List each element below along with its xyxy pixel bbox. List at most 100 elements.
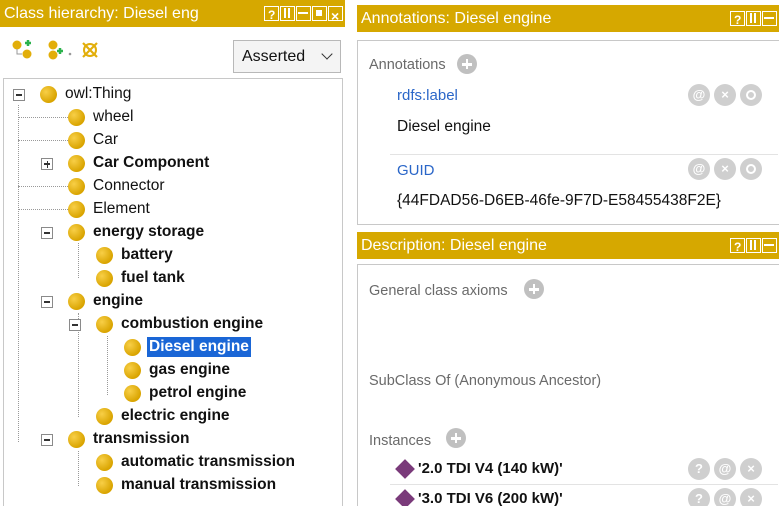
tree-node-combustion-engine[interactable]: combustion engine	[4, 313, 342, 336]
view-mode-value: Asserted	[242, 48, 306, 65]
delete-class-icon[interactable]	[80, 40, 102, 60]
tree-node-diesel-engine[interactable]: Diesel engine	[4, 336, 342, 359]
description-panel: Description: Diesel engine General class…	[357, 232, 779, 506]
tree-node-gas-engine[interactable]: gas engine	[4, 359, 342, 382]
description-body: General class axioms SubClass Of (Anonym…	[357, 264, 779, 506]
help-icon[interactable]	[730, 7, 745, 32]
annotate-icon[interactable]: @	[688, 84, 710, 106]
annotation-value: {44FDAD56-D6EB-46fe-9F7D-E58455438F2E}	[397, 192, 721, 209]
tree-node-petrol-engine[interactable]: petrol engine	[4, 382, 342, 405]
split-rows-icon[interactable]	[296, 6, 311, 21]
add-annotation-icon[interactable]	[457, 54, 477, 74]
annotations-panel: Annotations: Diesel engine Annotations r…	[357, 0, 779, 225]
class-icon	[68, 224, 85, 241]
split-columns-icon[interactable]	[746, 11, 761, 26]
collapse-toggle-icon[interactable]	[69, 319, 81, 331]
help-icon[interactable]	[264, 2, 279, 27]
tree-node-label: Element	[93, 200, 150, 217]
class-icon	[68, 178, 85, 195]
class-hierarchy-title: Class hierarchy: Diesel eng	[4, 5, 199, 22]
tree-node-label: engine	[93, 292, 143, 309]
chevron-down-icon	[321, 48, 333, 60]
annotations-body: Annotations rdfs:label @ × Diesel engine…	[357, 40, 779, 225]
class-icon	[96, 454, 113, 471]
annotations-title: Annotations: Diesel engine	[361, 10, 552, 27]
add-general-axiom-icon[interactable]	[524, 279, 544, 299]
edit-annotation-icon[interactable]	[740, 158, 762, 180]
annotation-value: Diesel engine	[397, 118, 491, 135]
class-tree: owl:Thing wheel Car Car Component Connec…	[3, 78, 343, 506]
class-icon	[68, 109, 85, 126]
divider	[390, 154, 778, 155]
tree-node-owl-thing[interactable]: owl:Thing	[4, 83, 342, 106]
add-subclass-icon[interactable]	[10, 40, 36, 60]
tree-node-automatic-transmission[interactable]: automatic transmission	[4, 451, 342, 474]
split-rows-icon[interactable]	[762, 11, 777, 26]
tree-node-label: battery	[121, 246, 173, 263]
annotate-icon[interactable]: @	[688, 158, 710, 180]
tree-node-car[interactable]: Car	[4, 129, 342, 152]
class-hierarchy-panel: Class hierarchy: Diesel eng Asserted	[0, 0, 345, 506]
collapse-toggle-icon[interactable]	[13, 89, 25, 101]
explain-icon[interactable]: ?	[688, 488, 710, 506]
help-icon[interactable]	[730, 234, 745, 259]
instance-item[interactable]: '2.0 TDI V4 (140 kW)'	[418, 460, 563, 477]
class-icon	[68, 431, 85, 448]
annotations-header: Annotations: Diesel engine	[357, 5, 779, 32]
delete-annotation-icon[interactable]: ×	[714, 84, 736, 106]
tree-node-label: petrol engine	[149, 384, 247, 401]
individual-icon	[395, 459, 415, 479]
delete-annotation-icon[interactable]: ×	[714, 158, 736, 180]
tree-node-wheel[interactable]: wheel	[4, 106, 342, 129]
collapse-toggle-icon[interactable]	[41, 434, 53, 446]
instances-label: Instances	[369, 433, 432, 449]
tree-node-label: fuel tank	[121, 269, 185, 286]
class-icon	[68, 155, 85, 172]
annotation-property-guid[interactable]: GUID	[397, 162, 435, 179]
maximize-icon[interactable]	[312, 6, 327, 21]
annotate-icon[interactable]: @	[714, 458, 736, 480]
tree-node-fuel-tank[interactable]: fuel tank	[4, 267, 342, 290]
tree-node-label: gas engine	[149, 361, 230, 378]
instance-item[interactable]: '3.0 TDI V6 (200 kW)'	[418, 490, 563, 506]
delete-instance-icon[interactable]: ×	[740, 458, 762, 480]
delete-instance-icon[interactable]: ×	[740, 488, 762, 506]
collapse-toggle-icon[interactable]	[41, 296, 53, 308]
class-icon	[96, 477, 113, 494]
split-columns-icon[interactable]	[746, 238, 761, 253]
add-sibling-icon[interactable]	[46, 40, 74, 60]
general-class-axioms-label: General class axioms	[369, 283, 508, 299]
view-mode-select[interactable]: Asserted	[233, 40, 341, 73]
tree-node-connector[interactable]: Connector	[4, 175, 342, 198]
class-icon	[124, 385, 141, 402]
class-icon	[96, 247, 113, 264]
expand-toggle-icon[interactable]	[41, 158, 53, 170]
class-hierarchy-header: Class hierarchy: Diesel eng	[0, 0, 345, 27]
class-icon	[96, 316, 113, 333]
class-icon	[96, 270, 113, 287]
tree-node-label-selected: Diesel engine	[147, 337, 251, 357]
add-instance-icon[interactable]	[446, 428, 466, 448]
description-header: Description: Diesel engine	[357, 232, 779, 259]
collapse-toggle-icon[interactable]	[41, 227, 53, 239]
class-icon	[124, 339, 141, 356]
divider	[390, 484, 778, 485]
split-columns-icon[interactable]	[280, 6, 295, 21]
tree-node-element[interactable]: Element	[4, 198, 342, 221]
annotation-property-rdfs-label[interactable]: rdfs:label	[397, 87, 458, 104]
class-icon	[40, 86, 57, 103]
tree-node-energy-storage[interactable]: energy storage	[4, 221, 342, 244]
class-icon	[96, 408, 113, 425]
tree-node-transmission[interactable]: transmission	[4, 428, 342, 451]
close-icon[interactable]	[328, 3, 343, 27]
split-rows-icon[interactable]	[762, 238, 777, 253]
annotate-icon[interactable]: @	[714, 488, 736, 506]
tree-node-car-component[interactable]: Car Component	[4, 152, 342, 175]
tree-node-engine[interactable]: engine	[4, 290, 342, 313]
tree-node-label: energy storage	[93, 223, 205, 240]
tree-node-battery[interactable]: battery	[4, 244, 342, 267]
edit-annotation-icon[interactable]	[740, 84, 762, 106]
tree-node-electric-engine[interactable]: electric engine	[4, 405, 342, 428]
tree-node-manual-transmission[interactable]: manual transmission	[4, 474, 342, 497]
explain-icon[interactable]: ?	[688, 458, 710, 480]
